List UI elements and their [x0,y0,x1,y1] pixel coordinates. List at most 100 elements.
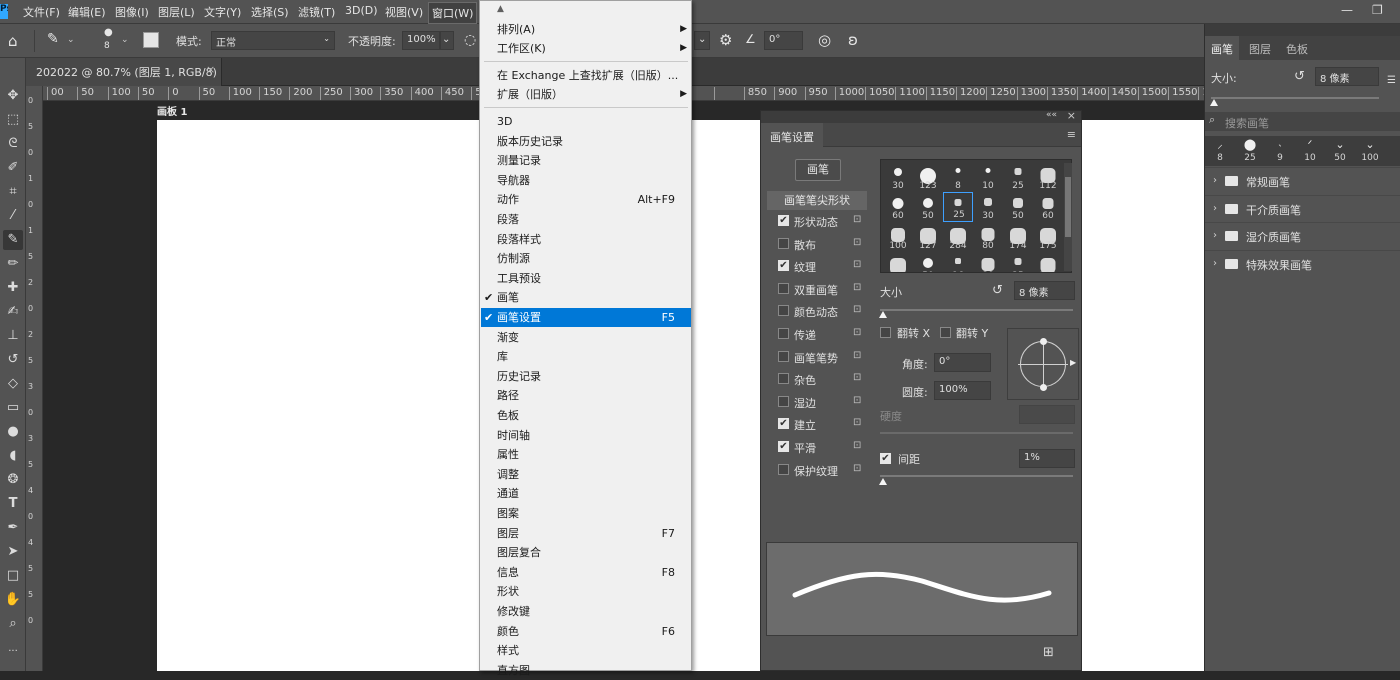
menu-item[interactable]: 图层 F7 [481,524,691,543]
brush-tip-cell[interactable]: 50 [1003,192,1033,222]
brush-option[interactable]: 画笔笔势 ⊡ [767,347,867,367]
roundness-handle-top[interactable] [1040,338,1047,345]
roundness-input[interactable]: 100% [934,381,991,400]
mixer-brush-tool-icon[interactable]: ✍ [3,302,23,322]
clone-stamp-tool-icon[interactable]: ⊥ [3,326,23,346]
history-brush-tool-icon[interactable]: ↺ [3,350,23,370]
brush-group-row[interactable]: › 常规画笔 [1205,167,1400,194]
option-checkbox[interactable] [778,350,789,362]
spacing-input[interactable]: 1% [1019,449,1075,468]
lock-icon[interactable]: ⊡ [853,463,861,474]
menu-window[interactable]: 窗口(W) [428,2,478,24]
menu-layer[interactable]: 图层(L) [158,4,195,20]
healing-brush-tool-icon[interactable]: ✚ [3,278,23,298]
eraser-tool-icon[interactable]: ◇ [3,374,23,394]
panel-title-tab[interactable]: 画笔设置 [761,123,823,147]
type-tool-icon[interactable]: T [3,494,23,514]
brush-tip-cell[interactable]: 50 [913,252,943,272]
chevron-right-icon[interactable]: › [1213,230,1217,241]
brush-tip-cell[interactable]: 123 [913,162,943,192]
pressure-opacity-icon[interactable]: ◌ [464,32,476,48]
brushes-button[interactable]: 画笔 [795,159,841,181]
option-checkbox[interactable]: ✔ [778,441,789,452]
menu-item[interactable]: 属性 [481,445,691,464]
lock-icon[interactable]: ⊡ [853,282,861,293]
reset-size-icon[interactable]: ↺ [1294,69,1305,84]
brush-option[interactable]: ✔ 平滑 ⊡ [767,437,867,457]
lock-icon[interactable]: ⊡ [853,327,861,338]
brush-tip-cell[interactable]: 25 [943,192,973,222]
collapse-icon[interactable]: «« [1046,110,1057,120]
more-tools-icon[interactable]: ··· [3,642,23,662]
brush-tip-cell[interactable]: 120 [1033,252,1063,272]
restore-icon[interactable]: ❐ [1372,3,1383,17]
brush-tip-cell[interactable]: 112 [1033,162,1063,192]
brush-option[interactable]: 杂色 ⊡ [767,369,867,389]
brush-tip-cell[interactable]: 16 [943,252,973,272]
chevron-right-icon[interactable]: › [1213,203,1217,214]
flip-x-checkbox[interactable] [880,327,891,338]
rectangle-tool-icon[interactable]: □ [3,566,23,586]
menu-item[interactable]: 导航器 [481,171,691,190]
tab-brushes[interactable]: 画笔 [1205,36,1239,60]
brush-tip-cell[interactable]: 80 [973,252,1003,272]
opacity-input[interactable]: 100% [402,31,440,50]
marquee-tool-icon[interactable]: ⬚ [3,110,23,130]
close-icon[interactable]: × [1067,109,1076,122]
menu-item[interactable]: 版本历史记录 [481,132,691,151]
eyedropper-tool-icon[interactable]: ⁄ [3,206,23,226]
brush-option[interactable]: 传递 ⊡ [767,324,867,344]
recent-brush-preset[interactable]: ˴ 9 [1265,136,1295,166]
brush-option[interactable]: ✔ 形状动态 ⊡ [767,211,867,231]
brush-option[interactable]: 颜色动态 ⊡ [767,301,867,321]
option-checkbox[interactable]: ✔ [778,260,789,272]
brush-option[interactable]: 散布 ⊡ [767,234,867,254]
brush-group-row[interactable]: › 特殊效果画笔 [1205,249,1400,277]
path-select-tool-icon[interactable]: ➤ [3,542,23,562]
close-icon[interactable]: × [206,63,215,76]
menu-item[interactable]: 扩展（旧版） ▶ [481,85,691,104]
gear-icon[interactable]: ⚙ [719,31,732,49]
panel-menu-icon[interactable]: ≡ [1067,128,1076,141]
angle-input[interactable]: 0° [764,31,803,50]
lock-icon[interactable]: ⊡ [853,214,861,225]
brush-tip-cell[interactable]: 30 [973,192,1003,222]
pencil-tool-icon[interactable]: ✏ [3,254,23,274]
size-input[interactable]: 8 像素 [1315,67,1379,86]
angle-input[interactable]: 0° [934,353,991,372]
brush-tip-cell[interactable]: 80 [973,222,1003,252]
recent-brush-preset[interactable]: ⌄ 100 [1355,136,1385,166]
spacing-slider[interactable] [880,475,1073,477]
menu-item[interactable]: 动作 Alt+F9 [481,190,691,209]
menu-item[interactable]: 历史记录 [481,367,691,386]
brush-dot-icon[interactable]: ● [104,27,113,38]
brush-tip-cell[interactable]: 284 [943,222,973,252]
symmetry-butterfly-icon[interactable]: ʚ [848,31,858,49]
brush-tip-cell[interactable]: 50 [913,192,943,222]
sponge-tool-icon[interactable]: ❂ [3,470,23,490]
menu-3d[interactable]: 3D(D) [345,4,378,17]
tab-layers[interactable]: 图层 [1243,36,1277,60]
option-checkbox[interactable] [778,282,789,294]
menu-item[interactable]: 颜色 F6 [481,622,691,641]
minimize-icon[interactable]: — [1341,3,1353,17]
brush-option[interactable]: 湿边 ⊡ [767,392,867,412]
menu-item[interactable]: 信息 F8 [481,563,691,582]
menu-item[interactable]: 调整 [481,465,691,484]
menu-item[interactable]: 段落样式 [481,230,691,249]
blur-tool-icon[interactable]: ● [3,422,23,442]
menu-item[interactable]: 图层复合 [481,543,691,562]
brush-option[interactable]: 保护纹理 ⊡ [767,460,867,480]
brush-tip-cell[interactable]: 10 [973,162,1003,192]
menu-item[interactable]: 在 Exchange 上查找扩展（旧版）... [481,66,691,85]
pen-tool-icon[interactable]: ✒ [3,518,23,538]
option-checkbox[interactable]: ✔ [778,418,789,430]
brush-tip-cell[interactable]: 25 [1003,252,1033,272]
menu-item[interactable]: 工作区(K) ▶ [481,39,691,58]
zoom-tool-icon[interactable]: ⌕ [3,614,23,634]
menu-item[interactable]: 测量记录 [481,151,691,170]
size-slider-knob[interactable] [878,311,887,318]
option-checkbox[interactable]: ✔ [778,215,789,226]
menu-item[interactable]: 渐变 [481,328,691,347]
brush-tip-cell[interactable]: 175 [1033,222,1063,252]
